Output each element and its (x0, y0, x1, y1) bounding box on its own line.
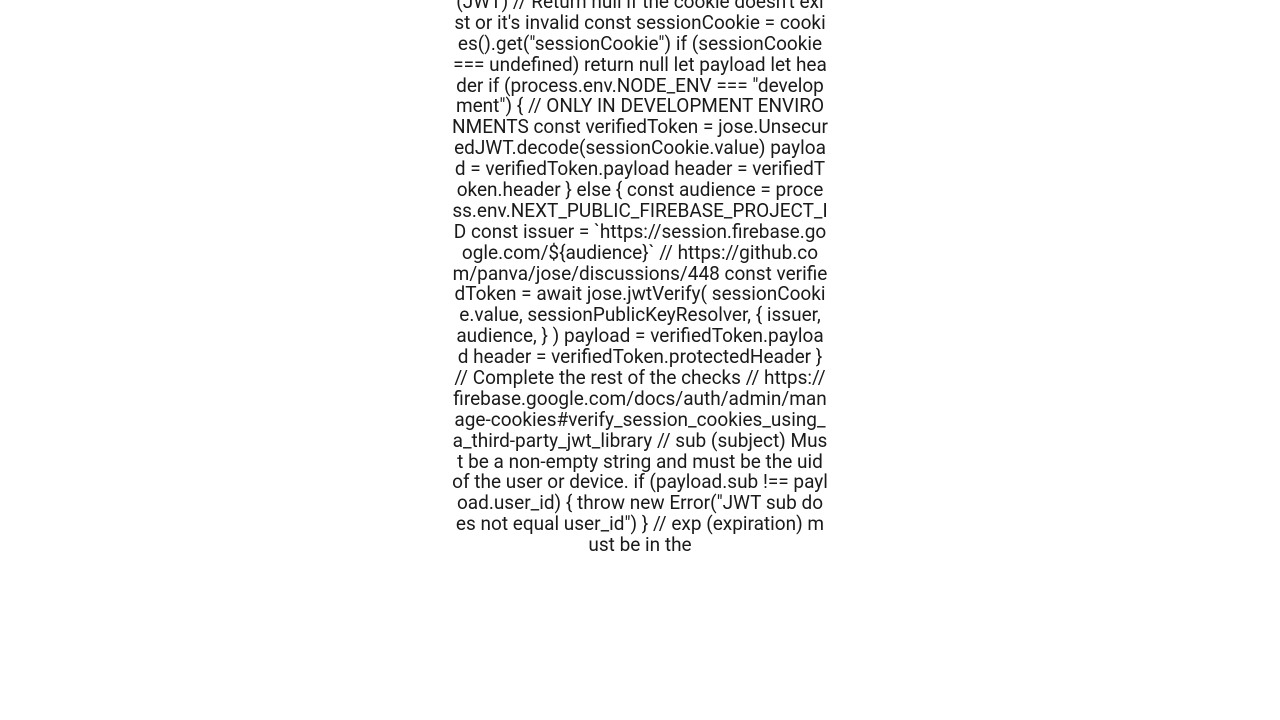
code-text-block: (JWT) // Return null if the cookie doesn… (452, 0, 828, 720)
